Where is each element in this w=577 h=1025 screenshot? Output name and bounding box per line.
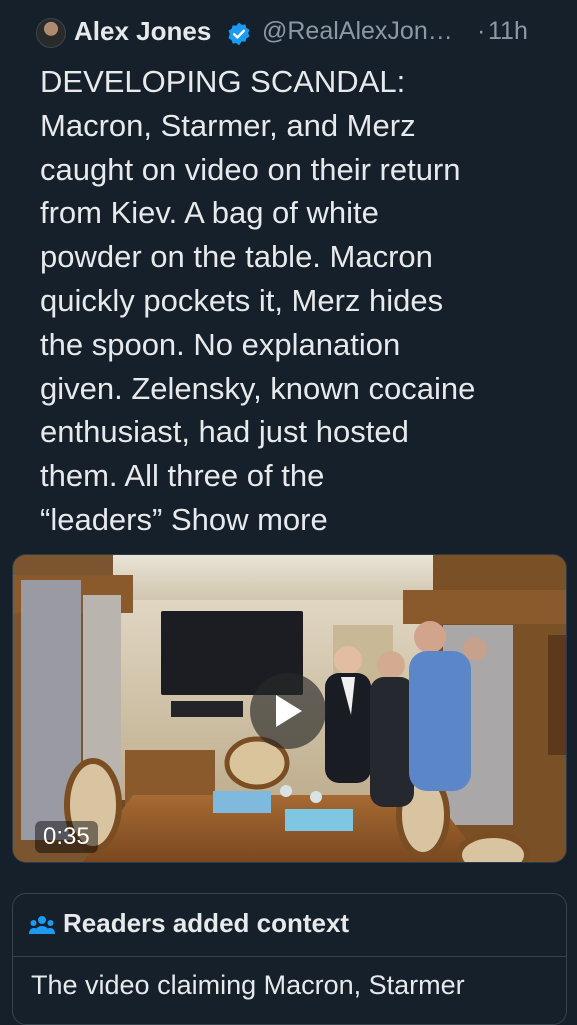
author-name[interactable]: Alex Jones [74,16,211,47]
play-button[interactable] [250,673,326,749]
context-body: The video claiming Macron, Starmer [31,970,465,1000]
tweet-body: DEVELOPING SCANDAL: Macron, Starmer, and… [40,60,560,542]
show-more-link[interactable]: Show more [171,502,328,537]
tweet-timestamp[interactable]: 11h [488,17,528,46]
people-icon [29,916,55,934]
context-divider [13,956,566,957]
verified-badge-icon [228,22,250,46]
tweet-header: Alex Jones @RealAlexJon… · 11h [0,12,577,52]
community-note[interactable]: Readers added context The video claiming… [12,893,567,1025]
avatar[interactable] [36,18,66,48]
video-player[interactable]: 0:35 [12,554,567,863]
author-handle[interactable]: @RealAlexJon… [262,17,453,46]
tweet-text: DEVELOPING SCANDAL: Macron, Starmer, and… [40,64,476,537]
video-duration: 0:35 [35,821,98,853]
play-icon [276,695,302,727]
context-title: Readers added context [63,908,350,938]
separator-dot: · [477,17,486,45]
